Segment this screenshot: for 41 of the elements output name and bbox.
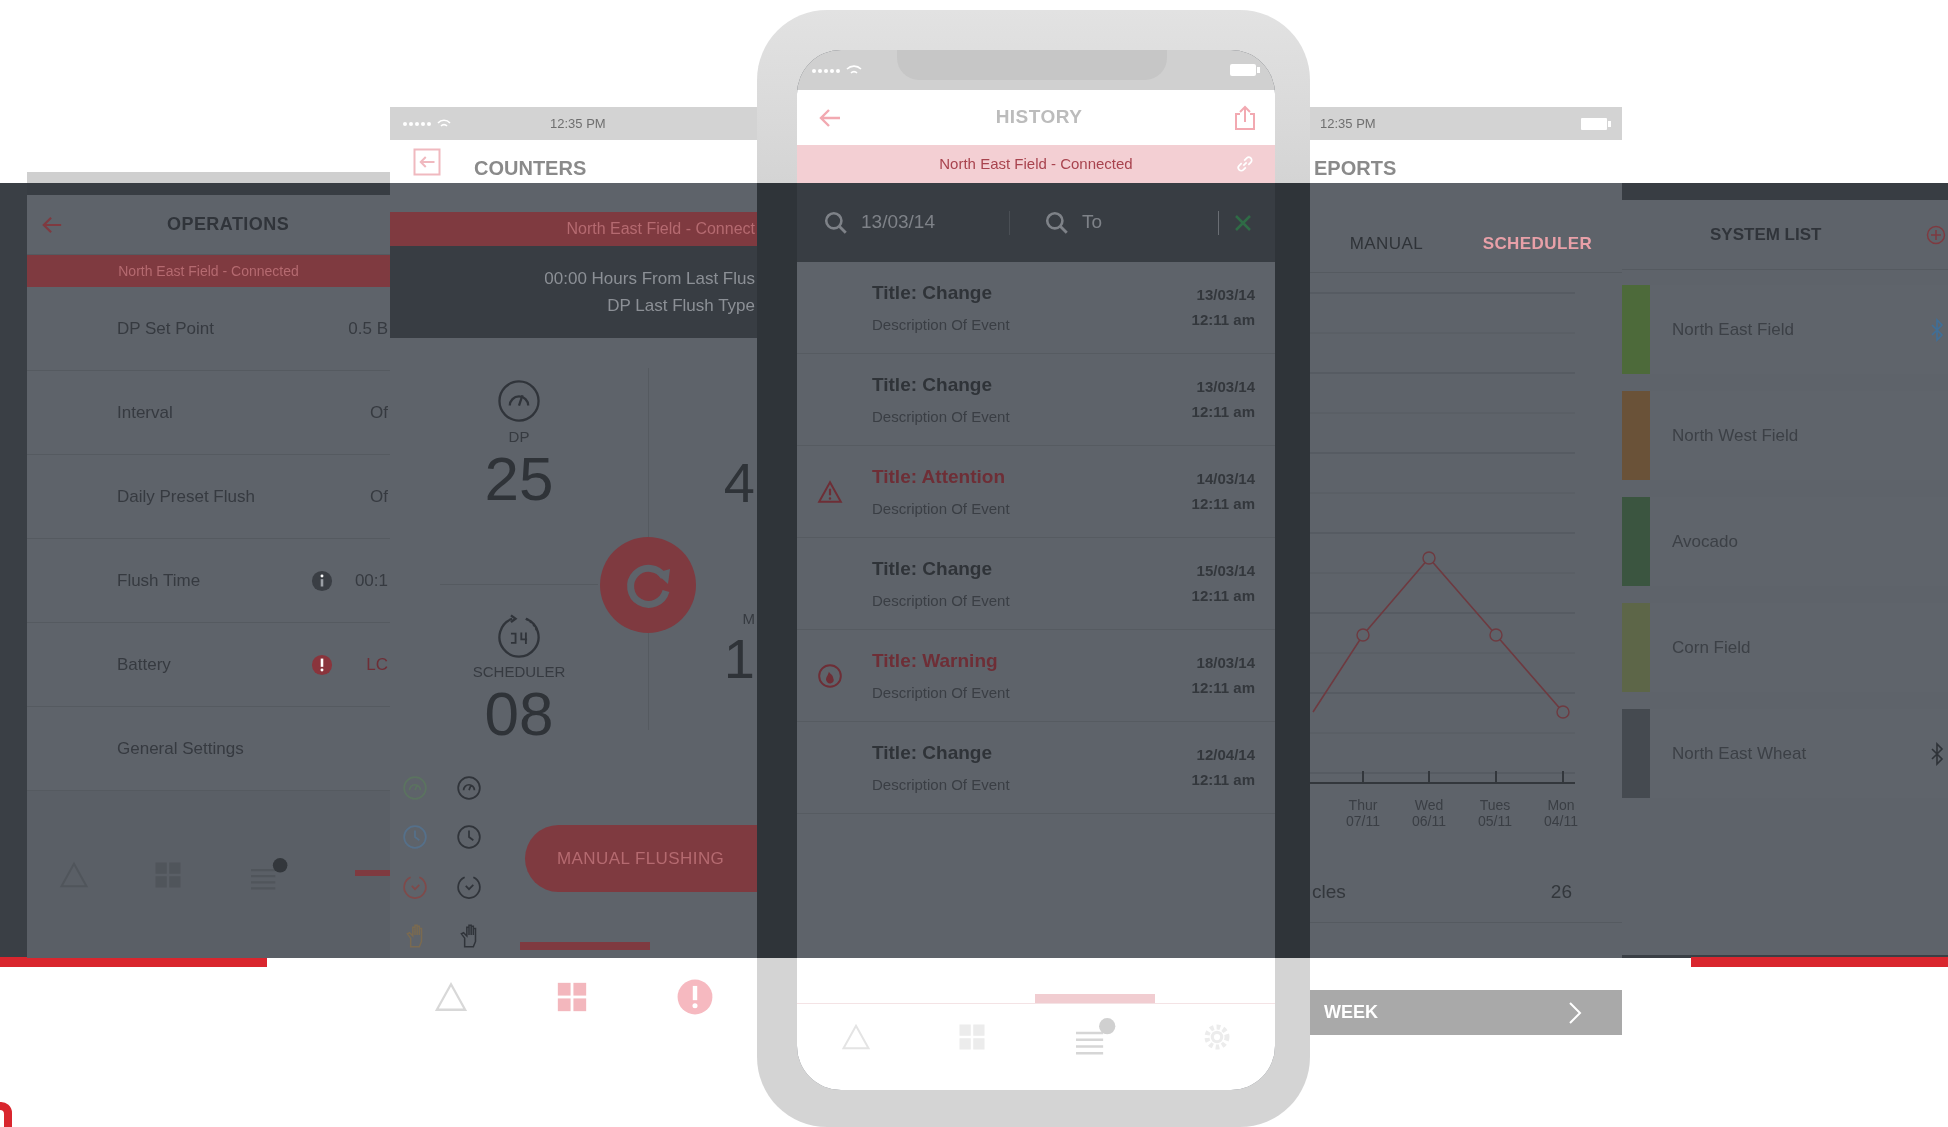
- date-from-field[interactable]: 13/03/14: [861, 208, 1001, 237]
- search-icon: [823, 209, 849, 236]
- warning-triangle-icon: [817, 478, 843, 505]
- screen-title: HISTORY: [995, 105, 1083, 130]
- data-point: [1356, 628, 1370, 642]
- clock-icon: [456, 824, 482, 851]
- link-icon: [1235, 154, 1255, 174]
- data-point: [1422, 551, 1436, 565]
- data-point: [1489, 628, 1503, 642]
- date-to-field[interactable]: To: [1082, 208, 1202, 237]
- exit-icon[interactable]: [412, 147, 442, 177]
- info-icon: [311, 569, 333, 592]
- info-line: DP Last Flush Type: [607, 295, 755, 317]
- triangle-icon[interactable]: [839, 1022, 872, 1052]
- screen-title: EPORTS: [1314, 156, 1397, 181]
- banner-text: North East Field - Connected: [938, 153, 1134, 174]
- chevron-right-icon: [1568, 1000, 1582, 1025]
- close-icon[interactable]: [1233, 212, 1253, 233]
- accent-bar: [355, 870, 390, 876]
- data-point: [1556, 705, 1570, 719]
- bluetooth-icon: [1930, 317, 1944, 342]
- cycle-24-icon: [496, 613, 542, 659]
- battery-icon: [1229, 63, 1261, 77]
- search-icon: [1044, 209, 1070, 236]
- status-time: 12:35 PM: [550, 114, 606, 133]
- week-button[interactable]: WEEK: [1310, 990, 1622, 1035]
- logo-fragment-icon: [0, 1100, 14, 1127]
- screen-title: COUNTERS: [474, 156, 587, 181]
- share-icon[interactable]: [1233, 104, 1257, 131]
- battery-icon: [1580, 116, 1612, 131]
- alert-icon: [311, 653, 333, 676]
- gauge-icon: [496, 378, 542, 424]
- refresh-button[interactable]: [600, 537, 696, 633]
- clock-icon: [402, 824, 428, 851]
- report-tab[interactable]: SCHEDULER: [1482, 230, 1593, 256]
- add-icon[interactable]: [1926, 224, 1946, 245]
- gauge-icon: [456, 775, 482, 801]
- status-time: 12:35 PM: [1320, 114, 1376, 133]
- info-line: 00:00 Hours From Last Flus: [544, 267, 755, 290]
- alert-icon[interactable]: [675, 977, 714, 1016]
- bluetooth-icon: [1930, 741, 1944, 766]
